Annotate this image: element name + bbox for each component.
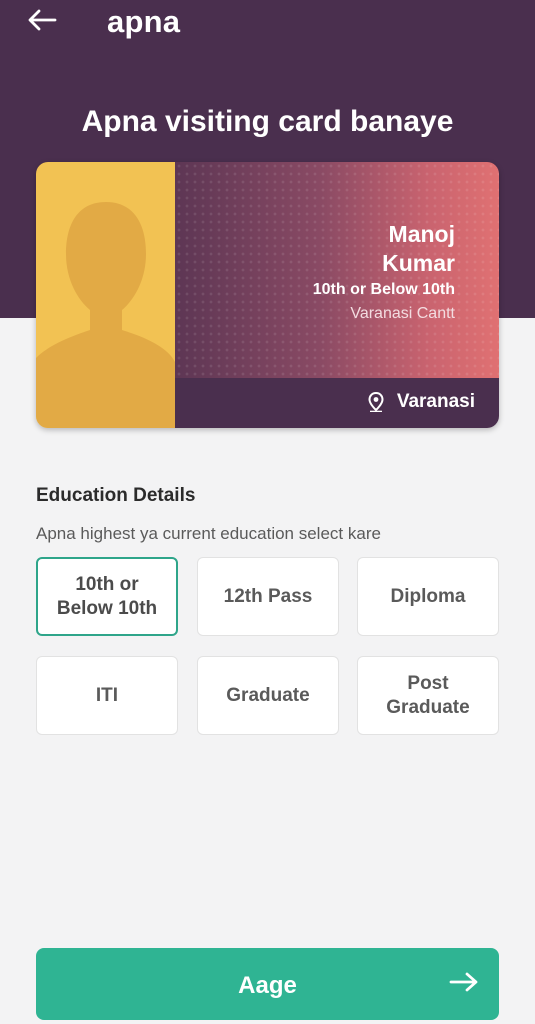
profile-photo — [36, 162, 175, 428]
option-label: Graduate — [226, 684, 310, 706]
card-details-panel: Manoj Kumar 10th or Below 10th Varanasi … — [175, 162, 499, 378]
option-label: Diploma — [390, 585, 466, 607]
option-10th-or-below[interactable]: 10th or Below 10th — [36, 557, 178, 636]
page-title: Apna visiting card banaye — [81, 105, 454, 138]
card-city: Varanasi — [396, 391, 475, 412]
card-location-bar: Varanasi — [175, 378, 499, 428]
back-arrow-icon — [27, 9, 57, 36]
card-area: Varanasi Cantt — [350, 305, 455, 322]
back-button[interactable] — [24, 6, 60, 38]
option-graduate[interactable]: Graduate — [197, 656, 339, 735]
visiting-card-preview: Manoj Kumar 10th or Below 10th Varanasi … — [36, 162, 499, 428]
section-subtitle: Apna highest ya current education select… — [36, 524, 381, 543]
brand-logo: apna — [107, 4, 181, 39]
top-bar: apna — [0, 0, 535, 52]
option-label: 10th or Below 10th — [56, 573, 158, 619]
option-12th-pass[interactable]: 12th Pass — [197, 557, 339, 636]
option-label: 12th Pass — [223, 585, 313, 607]
arrow-right-icon — [449, 970, 479, 999]
section-title: Education Details — [36, 485, 196, 506]
next-button[interactable]: Aage — [36, 948, 499, 1020]
option-diploma[interactable]: Diploma — [357, 557, 499, 636]
next-button-label: Aage — [238, 972, 297, 999]
option-label: Post Graduate — [386, 672, 470, 718]
card-education: 10th or Below 10th — [312, 281, 455, 298]
location-pin-icon — [368, 392, 384, 412]
option-post-graduate[interactable]: Post Graduate — [357, 656, 499, 735]
option-label: ITI — [95, 684, 119, 706]
card-name: Manoj Kumar — [382, 221, 455, 276]
option-iti[interactable]: ITI — [36, 656, 178, 735]
